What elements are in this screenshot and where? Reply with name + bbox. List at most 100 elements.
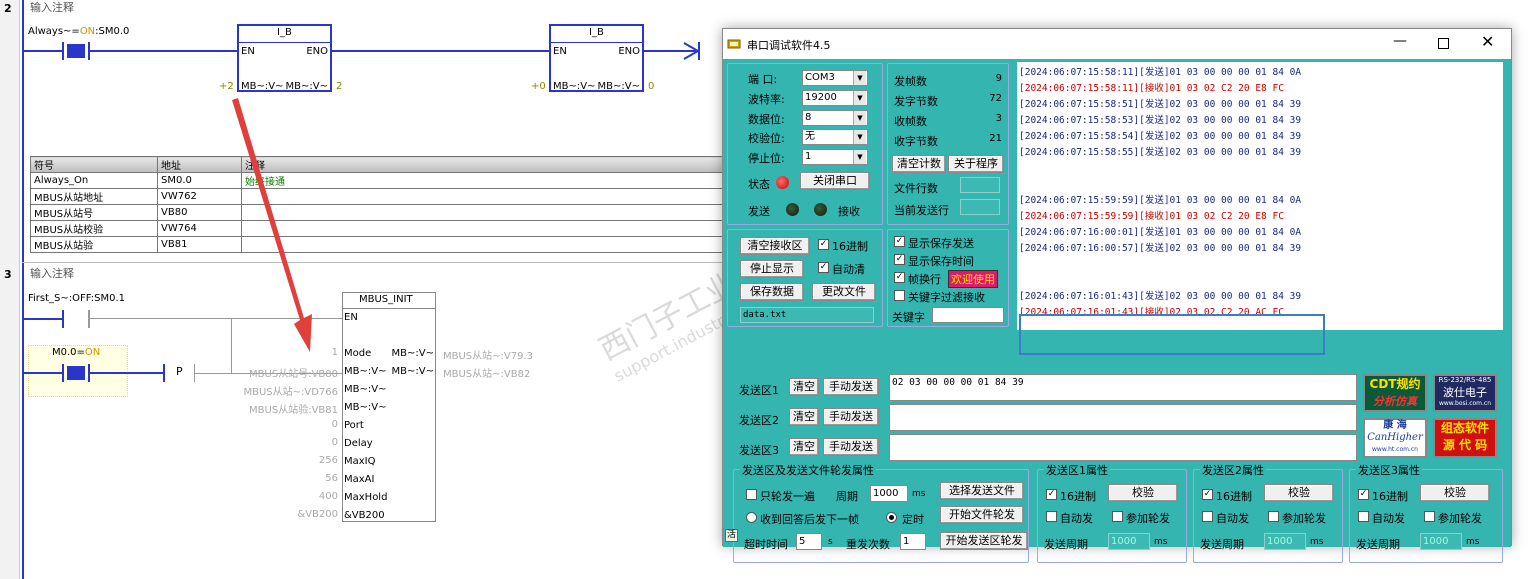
m00-contact[interactable]: [62, 364, 90, 382]
databits-select[interactable]: 8: [802, 110, 868, 126]
send-area-2[interactable]: [889, 404, 1357, 431]
area3-period-input[interactable]: 1000: [1420, 533, 1462, 550]
send-led-icon: [786, 203, 799, 216]
param-value: 400: [318, 491, 338, 502]
rx-frames-count: 3: [995, 113, 1002, 124]
send-area-3[interactable]: [889, 434, 1357, 461]
clear-send1-button[interactable]: 清空: [789, 378, 819, 396]
positive-edge-contact[interactable]: P: [163, 364, 195, 382]
manual-send3-button[interactable]: 手动发送: [823, 438, 879, 456]
port-select[interactable]: COM3: [802, 70, 868, 86]
clear-count-button[interactable]: 清空计数: [892, 155, 946, 173]
area3-hex-checkbox[interactable]: ✓: [1358, 489, 1369, 500]
ib-block-2[interactable]: I_B EN ENO MB~:V~ MB~:V~: [549, 24, 644, 92]
network-comment-3[interactable]: 输入注释: [22, 266, 722, 282]
close-icon[interactable]: ✕: [1481, 32, 1494, 51]
ad-cdt[interactable]: CDT规约 分析仿真: [1363, 374, 1427, 412]
area1-auto-checkbox[interactable]: [1046, 511, 1057, 522]
timed-radio[interactable]: [886, 512, 897, 523]
close-port-button[interactable]: 关闭串口: [800, 172, 870, 190]
manual-send2-button[interactable]: 手动发送: [823, 408, 879, 426]
area1-period-input[interactable]: 1000: [1108, 533, 1150, 550]
show-time-checkbox[interactable]: ✓: [894, 254, 905, 265]
current-line-field: [960, 199, 1000, 215]
network-gutter: [0, 0, 20, 579]
output-arrow-icon: [683, 42, 701, 60]
port-settings-group: 端 口: COM3 波特率: 19200 数据位: 8 校验位: 无 停止位: …: [727, 63, 883, 225]
keyword-input[interactable]: [932, 307, 1004, 323]
save-data-button[interactable]: 保存数据: [740, 283, 804, 301]
area2-hex-checkbox[interactable]: ✓: [1202, 489, 1213, 500]
area3-auto-checkbox[interactable]: [1358, 511, 1369, 522]
table-row[interactable]: MBUS从站地址 VW762: [30, 188, 730, 205]
retry-input[interactable]: 1: [900, 533, 926, 550]
always-on-contact[interactable]: [62, 42, 90, 60]
ib-block-1[interactable]: I_B EN ENO MB~:V~ MB~:V~: [237, 24, 332, 92]
serial-debugger-window: 串口调试软件4.5 — ✕ 端 口: COM3 波特率: 19200 数据位: …: [722, 28, 1512, 563]
hex-display-checkbox[interactable]: ✓: [818, 239, 829, 250]
ad-bosi[interactable]: RS-232/RS-485 波仕电子 www.bosi.com.cn: [1433, 374, 1497, 412]
stopbits-select[interactable]: 1: [802, 149, 868, 165]
area2-verify-button[interactable]: 校验: [1264, 484, 1334, 502]
ad-canhigher[interactable]: 康 海 CanHigher www.ht.com.cn: [1363, 418, 1427, 458]
send-area2-props: 发送区2属性 ✓ 16进制 校验 自动发 参加轮发 发送周期 1000 ms: [1193, 462, 1343, 563]
table-row[interactable]: MBUS从站校验 VW764: [30, 220, 730, 237]
about-button[interactable]: 关于程序: [948, 155, 1004, 173]
area3-verify-button[interactable]: 校验: [1420, 484, 1490, 502]
stop-display-button[interactable]: 停止显示: [740, 260, 804, 278]
log-line: [2024:06:07:15:58:55][发送]02 03 00 00 00 …: [1019, 147, 1302, 158]
param-value: MBUS从站~:V79.3: [443, 351, 534, 362]
maximize-icon[interactable]: [1438, 38, 1449, 49]
after-reply-radio[interactable]: [746, 512, 757, 523]
start-file-poll-button[interactable]: 开始文件轮发: [940, 506, 1024, 524]
minimize-icon[interactable]: —: [1393, 33, 1407, 49]
log-line: [2024:06:07:15:58:51][发送]02 03 00 00 00 …: [1019, 99, 1302, 110]
network-number-2: 2: [4, 2, 12, 15]
area1-verify-button[interactable]: 校验: [1108, 484, 1178, 502]
ad-config-software[interactable]: 组态软件源 代 码: [1433, 418, 1497, 458]
frame-wrap-checkbox[interactable]: ✓: [894, 272, 905, 283]
select-file-button[interactable]: 选择发送文件: [940, 482, 1024, 500]
clear-send2-button[interactable]: 清空: [789, 408, 819, 426]
area1-hex-checkbox[interactable]: ✓: [1046, 489, 1057, 500]
manual-send1-button[interactable]: 手动发送: [823, 378, 879, 396]
ib1-out-value: 2: [336, 81, 343, 92]
start-area-poll-button[interactable]: 开始发送区轮发: [940, 532, 1028, 550]
clear-receive-button[interactable]: 清空接收区: [740, 237, 810, 255]
status-led-icon: [776, 176, 789, 189]
send-area-1[interactable]: 02 03 00 00 00 01 84 39: [889, 374, 1357, 401]
parity-select[interactable]: 无: [802, 129, 868, 145]
first-scan-contact[interactable]: [62, 310, 90, 328]
keyword-filter-checkbox[interactable]: [894, 290, 905, 301]
network-comment-2[interactable]: 输入注释: [22, 0, 722, 16]
send-once-checkbox[interactable]: [746, 489, 757, 500]
baud-select[interactable]: 19200: [802, 90, 868, 106]
area2-auto-checkbox[interactable]: [1202, 511, 1213, 522]
symbol-table: 符号 地址 注释 Always_OnSM0.0始终接通 MBUS从站地址VW76…: [30, 156, 730, 253]
table-row[interactable]: MBUS从站验 VB81: [30, 236, 730, 253]
window-title: 串口调试软件4.5: [747, 39, 831, 52]
mbus-init-block[interactable]: MBUS_INIT EN Mode MB~:V~ MB~:V~ MB~:V~ P…: [342, 292, 436, 522]
poll-period-input[interactable]: 1000: [870, 485, 908, 502]
timeout-input[interactable]: 5: [796, 533, 822, 550]
area1-join-checkbox[interactable]: [1112, 511, 1123, 522]
log-line: [2024:06:07:16:00:57][发送]02 03 00 00 00 …: [1019, 243, 1302, 254]
receive-log[interactable]: [2024:06:07:15:58:11][发送]01 03 00 00 00 …: [1017, 62, 1503, 330]
area3-join-checkbox[interactable]: [1424, 511, 1435, 522]
table-row[interactable]: Always_On SM0.0 始终接通: [30, 172, 730, 189]
auto-clear-checkbox[interactable]: ✓: [818, 262, 829, 273]
change-file-button[interactable]: 更改文件: [812, 283, 876, 301]
show-send-checkbox[interactable]: ✓: [894, 236, 905, 247]
table-row[interactable]: MBUS从站号 VB80: [30, 204, 730, 221]
area2-period-input[interactable]: 1000: [1264, 533, 1306, 550]
ib2-out-value: 0: [648, 81, 655, 92]
log-line: [2024:06:07:15:59:59][接收]01 03 02 C2 20 …: [1019, 211, 1284, 222]
area2-join-checkbox[interactable]: [1268, 511, 1279, 522]
clear-send3-button[interactable]: 清空: [789, 438, 819, 456]
title-bar[interactable]: 串口调试软件4.5 — ✕: [723, 29, 1511, 59]
tx-bytes-count: 72: [989, 93, 1002, 104]
filename-field[interactable]: data.txt: [740, 307, 874, 323]
param-value: 0: [331, 437, 338, 448]
annotation-arrow-icon: [232, 98, 312, 352]
